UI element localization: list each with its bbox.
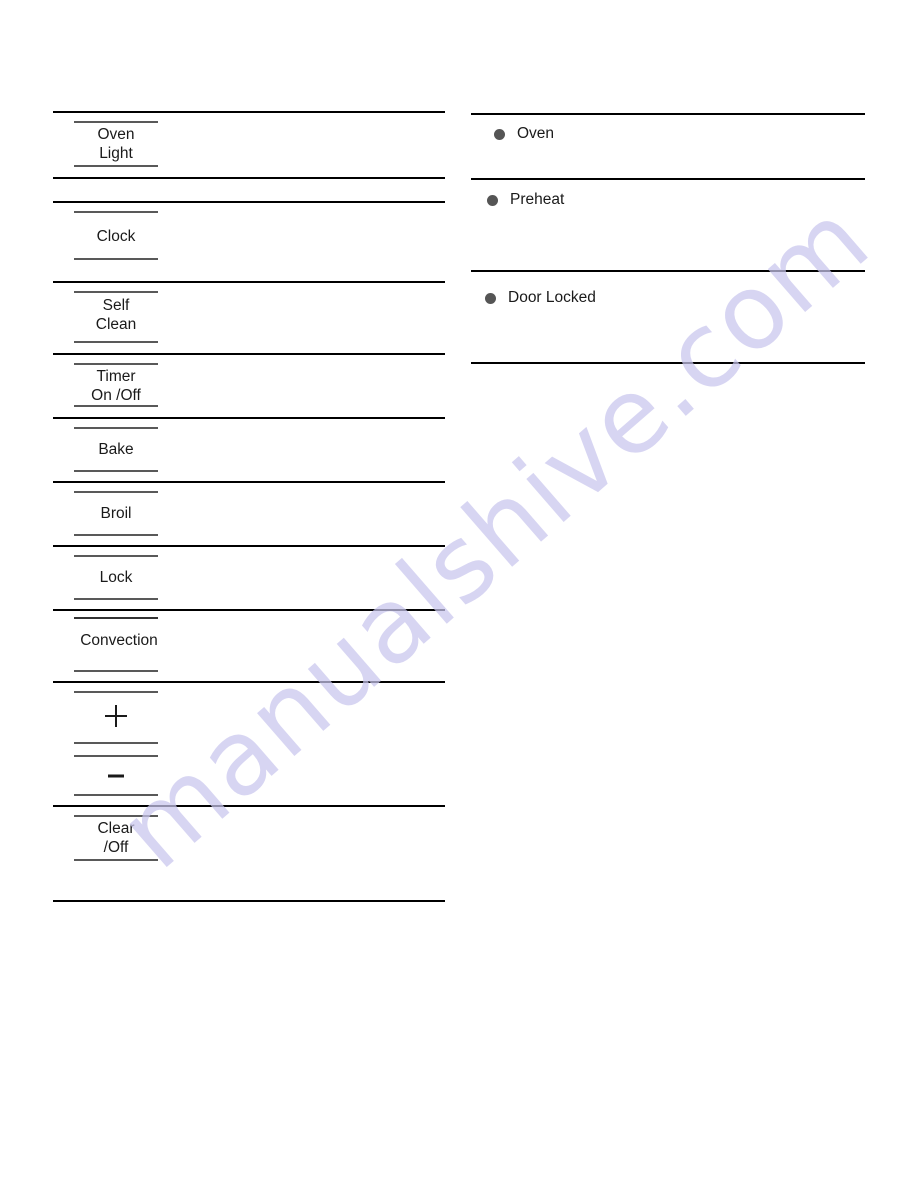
key-label-bake: Bake	[98, 441, 134, 458]
key-top-rule	[74, 691, 158, 693]
manual-page: Oven Light Clock Self Clean Timer On /Of…	[0, 0, 918, 1188]
key-label-broil: Broil	[100, 505, 132, 522]
key-label-timer-on-off: Timer On /Off	[91, 368, 141, 404]
key-label-self-clean: Self Clean	[95, 297, 137, 333]
key-top-rule	[74, 617, 158, 619]
key-top-rule	[74, 491, 158, 493]
minus-icon	[53, 768, 179, 784]
section-divider	[53, 177, 445, 179]
plus-icon	[53, 703, 179, 729]
key-top-rule	[74, 363, 158, 365]
key-bottom-rule	[74, 598, 158, 600]
indicator-row-preheat[interactable]: Preheat	[487, 191, 564, 209]
key-bottom-rule	[74, 341, 158, 343]
key-bottom-rule	[74, 165, 158, 167]
indicator-label-oven: Oven	[517, 125, 555, 142]
section-divider	[471, 178, 865, 180]
key-label-oven-light: Oven Light	[97, 126, 135, 162]
key-top-rule	[74, 291, 158, 293]
key-bottom-rule	[74, 470, 158, 472]
key-bottom-rule	[74, 534, 158, 536]
section-divider	[53, 609, 445, 611]
section-divider	[53, 281, 445, 283]
key-top-rule	[74, 555, 158, 557]
key-bottom-rule	[74, 742, 158, 744]
key-label-clear-off: Clear /Off	[97, 820, 135, 856]
section-divider	[53, 111, 445, 113]
key-label-clock: Clock	[96, 228, 136, 245]
key-bottom-rule	[74, 670, 158, 672]
key-bottom-rule	[74, 859, 158, 861]
indicator-label-preheat: Preheat	[510, 191, 565, 208]
indicator-row-door-locked[interactable]: Door Locked	[485, 289, 596, 307]
key-bottom-rule	[74, 258, 158, 260]
key-top-rule	[74, 815, 158, 817]
section-divider	[53, 353, 445, 355]
indicator-dot-icon	[487, 194, 498, 206]
section-divider	[53, 481, 445, 483]
indicator-row-oven[interactable]: Oven	[494, 125, 554, 143]
indicator-label-door-locked: Door Locked	[508, 289, 596, 306]
section-divider	[53, 805, 445, 807]
key-top-rule	[74, 427, 158, 429]
key-label-convection: Convection	[80, 632, 158, 649]
section-divider	[53, 201, 445, 203]
key-bottom-rule	[74, 405, 158, 407]
section-divider	[53, 900, 445, 902]
section-divider	[471, 113, 865, 115]
section-divider	[471, 270, 865, 272]
key-bottom-rule	[74, 794, 158, 796]
section-divider	[471, 362, 865, 364]
key-top-rule	[74, 211, 158, 213]
indicator-dot-icon	[485, 292, 496, 304]
key-top-rule	[74, 121, 158, 123]
key-top-rule	[74, 755, 158, 757]
section-divider	[53, 545, 445, 547]
section-divider	[53, 681, 445, 683]
indicator-dot-icon	[494, 128, 505, 140]
key-label-lock: Lock	[99, 569, 133, 586]
section-divider	[53, 417, 445, 419]
